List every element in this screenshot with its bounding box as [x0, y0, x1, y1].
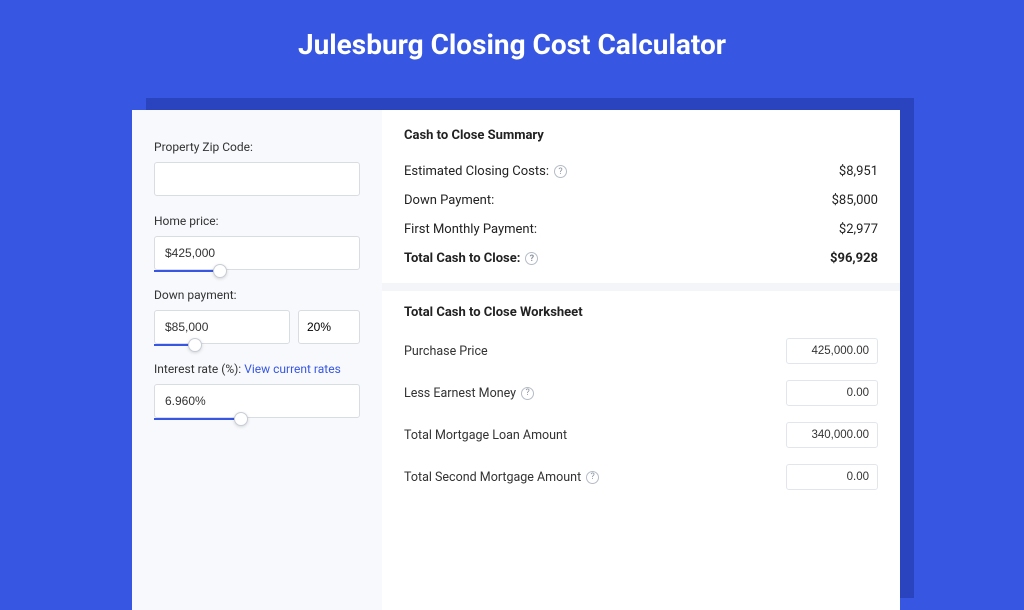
- home-price-input[interactable]: [154, 236, 360, 270]
- summary-label: First Monthly Payment:: [404, 222, 537, 237]
- home-price-thumb[interactable]: [213, 264, 227, 278]
- field-home-price: Home price:: [154, 214, 360, 270]
- interest-rate-slider[interactable]: [154, 384, 360, 418]
- summary-row-closing-costs: Estimated Closing Costs: ? $8,951: [404, 157, 878, 186]
- worksheet-row-mortgage-amount: Total Mortgage Loan Amount: [404, 414, 878, 456]
- home-price-track: [154, 270, 220, 272]
- worksheet-input-mortgage-amount[interactable]: [786, 422, 878, 448]
- section-divider: [382, 283, 900, 291]
- calculator-card: Property Zip Code: Home price: Down paym…: [132, 110, 900, 610]
- down-payment-input[interactable]: [154, 310, 290, 344]
- inputs-panel: Property Zip Code: Home price: Down paym…: [132, 110, 382, 610]
- summary-label: Estimated Closing Costs:: [404, 164, 549, 179]
- worksheet-row-second-mortgage: Total Second Mortgage Amount ?: [404, 456, 878, 498]
- summary-value: $85,000: [832, 193, 878, 208]
- down-payment-slider[interactable]: [154, 310, 290, 344]
- worksheet-input-earnest-money[interactable]: [786, 380, 878, 406]
- page-title: Julesburg Closing Cost Calculator: [0, 0, 1024, 81]
- worksheet-row-earnest-money: Less Earnest Money ?: [404, 372, 878, 414]
- help-icon[interactable]: ?: [554, 165, 567, 178]
- worksheet-label: Total Mortgage Loan Amount: [404, 428, 567, 443]
- worksheet-row-purchase-price: Purchase Price: [404, 330, 878, 372]
- field-zip: Property Zip Code:: [154, 140, 360, 196]
- view-rates-link[interactable]: View current rates: [244, 362, 341, 376]
- summary-label: Down Payment:: [404, 193, 494, 208]
- zip-input[interactable]: [154, 162, 360, 196]
- interest-rate-thumb[interactable]: [234, 412, 248, 426]
- summary-total-label: Total Cash to Close:: [404, 251, 520, 266]
- down-payment-thumb[interactable]: [188, 338, 202, 352]
- summary-row-first-payment: First Monthly Payment: $2,977: [404, 215, 878, 244]
- summary-row-total: Total Cash to Close: ? $96,928: [404, 244, 878, 273]
- summary-row-down-payment: Down Payment: $85,000: [404, 186, 878, 215]
- worksheet-label: Less Earnest Money: [404, 386, 516, 401]
- worksheet-title: Total Cash to Close Worksheet: [404, 291, 878, 330]
- interest-rate-label: Interest rate (%): View current rates: [154, 362, 360, 376]
- down-payment-pct-input[interactable]: [298, 310, 360, 344]
- worksheet-input-second-mortgage[interactable]: [786, 464, 878, 490]
- summary-title: Cash to Close Summary: [404, 128, 878, 143]
- help-icon[interactable]: ?: [525, 252, 538, 265]
- home-price-slider[interactable]: [154, 236, 360, 270]
- summary-total-value: $96,928: [830, 251, 878, 266]
- interest-rate-track: [154, 418, 241, 420]
- home-price-label: Home price:: [154, 214, 360, 228]
- worksheet-input-purchase-price[interactable]: [786, 338, 878, 364]
- worksheet-label: Total Second Mortgage Amount: [404, 470, 581, 485]
- interest-rate-input[interactable]: [154, 384, 360, 418]
- worksheet-label: Purchase Price: [404, 344, 488, 359]
- help-icon[interactable]: ?: [586, 471, 599, 484]
- zip-label: Property Zip Code:: [154, 140, 360, 154]
- summary-value: $2,977: [839, 222, 878, 237]
- results-panel: Cash to Close Summary Estimated Closing …: [382, 110, 900, 610]
- down-payment-label: Down payment:: [154, 288, 360, 302]
- field-down-payment: Down payment:: [154, 288, 360, 344]
- summary-value: $8,951: [839, 164, 878, 179]
- help-icon[interactable]: ?: [521, 387, 534, 400]
- field-interest-rate: Interest rate (%): View current rates: [154, 362, 360, 418]
- interest-rate-label-text: Interest rate (%):: [154, 362, 241, 376]
